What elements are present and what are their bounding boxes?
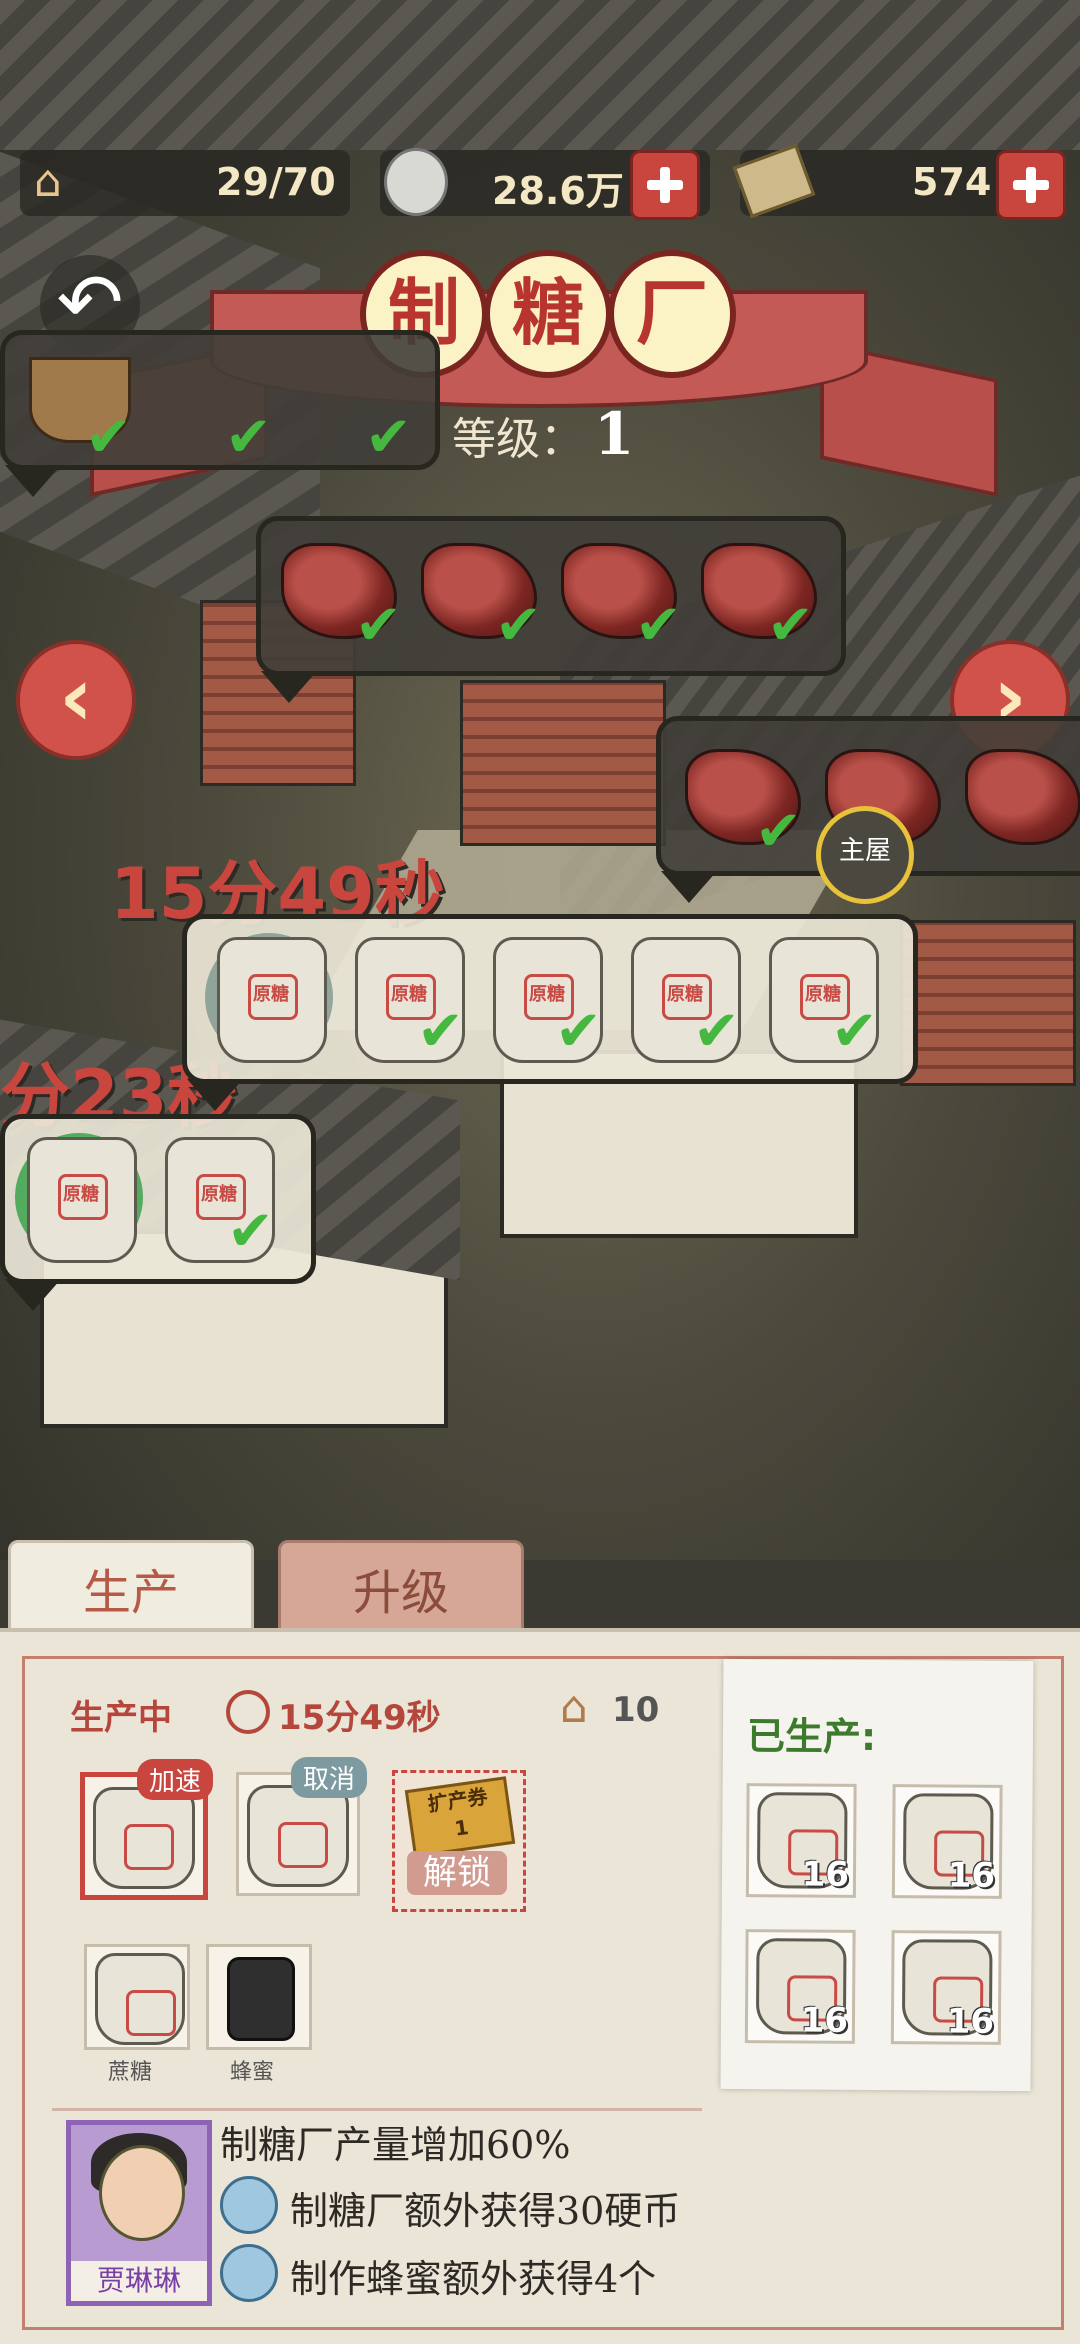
energy-icon: ⌂ — [34, 156, 62, 207]
recipe-sugar[interactable] — [84, 1944, 190, 2050]
avatar-face — [99, 2145, 185, 2241]
sugar-sack-icon — [95, 1953, 185, 2045]
expand-slot-locked[interactable]: 扩产券 1 解锁 — [392, 1770, 526, 1912]
check-icon: ✔ — [227, 1199, 274, 1264]
check-icon: ✔ — [85, 405, 132, 470]
check-icon: ✔ — [555, 999, 602, 1064]
worker-avatar-icon — [220, 2176, 278, 2234]
manager-portrait[interactable]: 贾琳琳 — [66, 2120, 212, 2306]
sack-label: 原糖 — [253, 984, 289, 1005]
clock-icon — [226, 1690, 270, 1734]
check-icon: ✔ — [767, 593, 814, 658]
produced-item[interactable]: 16 — [745, 1783, 857, 1898]
check-icon: ✔ — [495, 593, 542, 658]
produced-card: 已生产: 16 16 16 16 — [720, 1658, 1034, 2092]
title-char-2: 糖 — [484, 250, 612, 378]
manager-bonus-1: 制糖厂产量增加60% — [220, 2123, 571, 2167]
manager-name: 贾琳琳 — [71, 2261, 207, 2301]
expand-ticket-icon: 扩产券 1 — [404, 1776, 516, 1858]
production-slot-queued[interactable]: 取消 — [236, 1757, 367, 1896]
check-icon: ✔ — [693, 999, 740, 1064]
sugar-sack-icon: 原糖 — [217, 937, 327, 1063]
produced-count: 16 — [801, 1854, 850, 1895]
previous-building-button[interactable]: ‹ — [16, 640, 136, 760]
check-icon: ✔ — [831, 999, 878, 1064]
produced-item[interactable]: 16 — [890, 1930, 1002, 2045]
divider — [52, 2108, 702, 2111]
add-cash-button[interactable] — [996, 150, 1066, 220]
check-icon: ✔ — [365, 405, 412, 470]
produced-count: 16 — [800, 2000, 849, 2041]
recipe-honey[interactable] — [206, 1944, 312, 2050]
production-bubble-eggs[interactable]: ✔ ✔ ✔ — [0, 330, 440, 497]
energy-cost: 10 — [612, 1690, 660, 1730]
cash-value: 574 — [912, 160, 992, 204]
production-slot-active[interactable]: 加速 — [80, 1759, 213, 1900]
production-status: 生产中 — [70, 1698, 172, 1738]
chevron-left-icon: ‹ — [59, 650, 93, 745]
tab-production[interactable]: 生产 — [8, 1540, 254, 1642]
production-bubble-sugar-2[interactable]: 原糖 原糖 ✔ — [0, 1114, 316, 1311]
add-coins-button[interactable] — [630, 150, 700, 220]
produced-count: 16 — [947, 1855, 996, 1896]
main-house-label: 主屋 — [838, 836, 891, 866]
recipe-sugar-label: 蔗糖 — [108, 2060, 153, 2085]
worker-avatar-icon — [220, 2244, 278, 2302]
produced-item[interactable]: 16 — [744, 1929, 856, 2044]
level-indicator: 等级： 1 — [452, 400, 634, 468]
coin-value: 28.6万 — [492, 169, 624, 213]
sack-label: 原糖 — [63, 1184, 99, 1205]
roof-tiles — [0, 0, 1080, 150]
sugar-sack-icon — [93, 1787, 195, 1889]
check-icon: ✔ — [635, 593, 682, 658]
main-house-marker[interactable]: 主屋 — [816, 806, 914, 904]
manager-bonus-2: 制糖厂额外获得30硬币 — [290, 2189, 681, 2233]
cancel-button[interactable]: 取消 — [290, 1757, 367, 1798]
unlock-button[interactable]: 解锁 — [407, 1851, 507, 1895]
title-char-3: 厂 — [608, 250, 736, 378]
honey-jar-icon — [227, 1957, 295, 2041]
production-bubble-meat[interactable]: ✔ ✔ ✔ ✔ — [256, 516, 846, 703]
expand-ticket-count: 1 — [452, 1815, 471, 1841]
sugar-sack-icon: 原糖 — [27, 1137, 137, 1263]
check-icon: ✔ — [755, 799, 802, 864]
production-bubble-sugar[interactable]: 原糖 原糖 ✔ 原糖 ✔ 原糖 ✔ 原糖 ✔ — [182, 914, 918, 1111]
recipe-honey-label: 蜂蜜 — [230, 2060, 275, 2085]
brick-wall — [900, 920, 1076, 1086]
speedup-button[interactable]: 加速 — [136, 1759, 213, 1800]
expand-ticket-label: 扩产券 — [426, 1784, 490, 1817]
silver-coin-icon — [384, 148, 448, 216]
level-label: 等级： — [452, 414, 584, 465]
produced-title: 已生产: — [746, 1714, 877, 1759]
brick-wall — [460, 680, 666, 846]
check-icon: ✔ — [225, 405, 272, 470]
check-icon: ✔ — [355, 593, 402, 658]
production-time-left: 15分49秒 — [278, 1698, 441, 1738]
energy-value: 29/70 — [216, 160, 336, 204]
cash-icon — [732, 143, 816, 219]
cured-meat-icon — [965, 749, 1080, 845]
manager-bonus-3: 制作蜂蜜额外获得4个 — [290, 2257, 657, 2301]
level-value: 1 — [594, 400, 635, 468]
produced-count: 16 — [946, 2001, 995, 2042]
energy-bar: ⌂ 29/70 — [20, 150, 350, 216]
tab-upgrade[interactable]: 升级 — [278, 1540, 524, 1642]
sugar-sack-icon — [247, 1785, 349, 1887]
check-icon: ✔ — [417, 999, 464, 1064]
energy-icon: ⌂ — [560, 1682, 588, 1733]
produced-item[interactable]: 16 — [891, 1784, 1003, 1899]
